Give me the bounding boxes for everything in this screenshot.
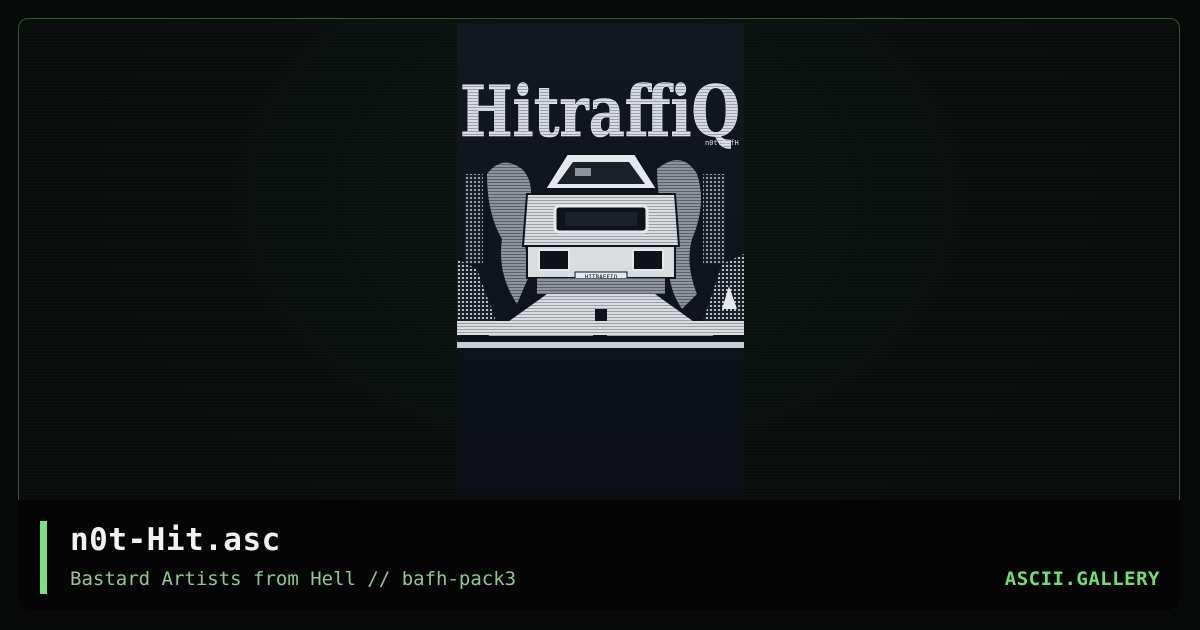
group-pack-subtitle: Bastard Artists from Hell // bafh-pack3 xyxy=(70,568,517,590)
art-logo: HitraffiQ xyxy=(460,70,740,153)
file-title: n0t-Hit.asc xyxy=(70,522,281,558)
caption-bar: n0t-Hit.asc Bastard Artists from Hell //… xyxy=(18,500,1180,610)
ascii-art-preview: HitraffiQ n0t!BafH HITRAFFIQ xyxy=(457,24,744,500)
site-brand: ASCII.GALLERY xyxy=(1004,568,1160,590)
art-signature: n0t!BafH xyxy=(705,139,739,147)
accent-bar xyxy=(40,521,47,594)
ascii-art-image: HitraffiQ n0t!BafH HITRAFFIQ xyxy=(457,70,744,348)
